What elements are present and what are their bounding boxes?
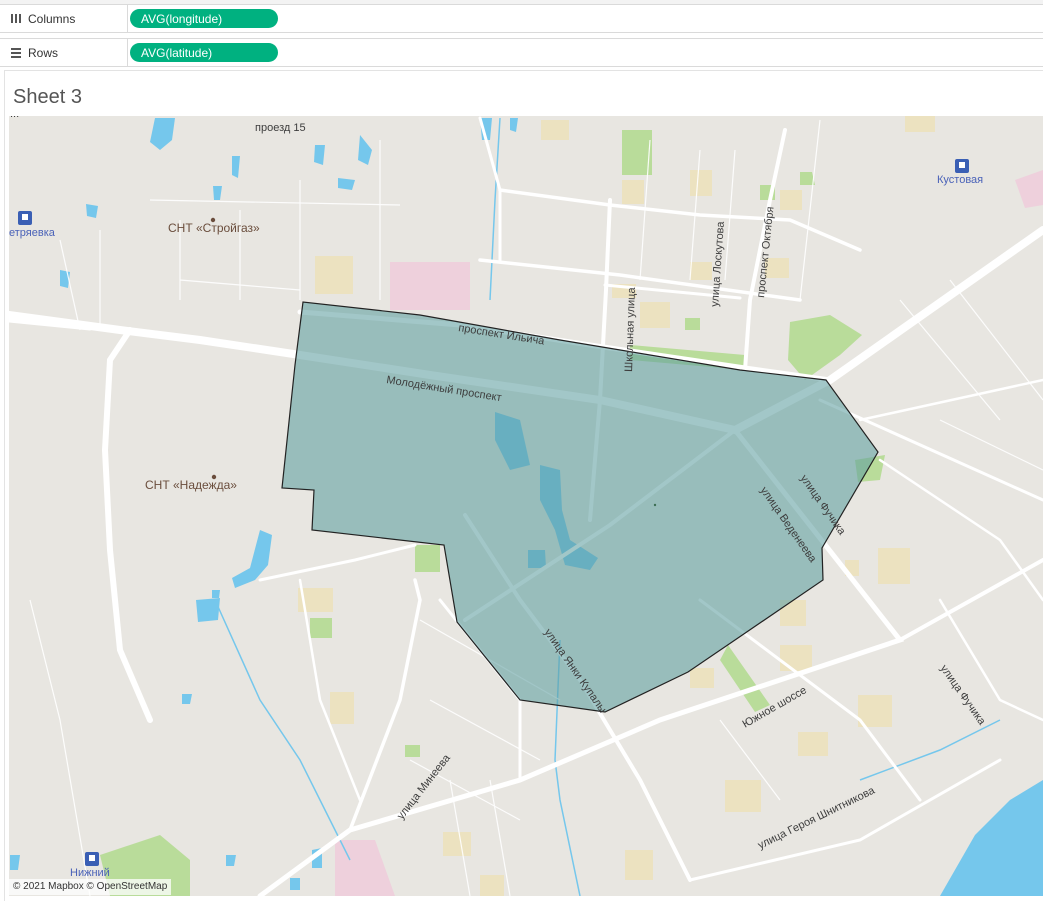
road [348, 578, 422, 832]
label-loskutova: улица Лоскутова [709, 220, 727, 307]
park-area [415, 545, 440, 572]
label-top-cut: ... [10, 116, 19, 120]
building [625, 850, 653, 880]
building [878, 548, 910, 584]
columns-shelf[interactable]: Columns AVG(longitude) [0, 4, 1043, 33]
building [725, 780, 761, 812]
park-area [788, 315, 862, 380]
minor-road [939, 419, 1043, 471]
building [780, 645, 812, 671]
building [640, 302, 670, 328]
building [443, 832, 471, 856]
sheet-title: Sheet 3 [13, 86, 82, 108]
pond [182, 694, 192, 704]
pond [358, 135, 372, 165]
park-area [685, 318, 700, 330]
rows-shelf[interactable]: Rows AVG(latitude) [0, 38, 1043, 67]
industrial-area [1015, 170, 1043, 208]
waterway [214, 599, 351, 861]
columns-label: Columns [28, 11, 76, 26]
pond [314, 145, 325, 165]
map-view[interactable]: проезд 15 ... СНТ «Стройгаз» СНТ «Надежд… [9, 116, 1043, 896]
latitude-pill[interactable]: AVG(latitude) [130, 43, 278, 62]
label-mineeva: улица Минеева [395, 752, 453, 822]
rail-station-icon [85, 852, 99, 866]
rows-label: Rows [28, 45, 59, 60]
map-canvas: проезд 15 ... СНТ «Стройгаз» СНТ «Надежд… [9, 116, 1043, 896]
building [622, 180, 644, 204]
building [905, 116, 935, 132]
road [258, 543, 417, 582]
road [298, 578, 362, 802]
river-water [940, 780, 1043, 896]
pond [86, 204, 98, 218]
pond [212, 590, 220, 598]
pond [10, 855, 20, 870]
industrial-area [390, 262, 470, 310]
road-major [101, 327, 153, 723]
road [938, 598, 1043, 722]
rail-station-icon [18, 211, 32, 225]
building [690, 170, 712, 196]
park-area [310, 618, 332, 638]
park-dot [653, 503, 657, 507]
minor-road [799, 119, 821, 301]
place-dot [210, 217, 216, 223]
building [541, 120, 569, 140]
label-nizhniy: Нижний [70, 867, 110, 879]
pond [338, 178, 355, 190]
label-fuchika-2: улица Фучика [938, 663, 989, 728]
pond [510, 118, 518, 132]
label-petryaevka: етряевка [9, 227, 56, 239]
building [690, 262, 712, 280]
building [690, 668, 714, 688]
road [688, 758, 1002, 882]
place-dot [211, 474, 217, 480]
label-kustovaya: Кустовая [937, 174, 983, 186]
pond [150, 118, 175, 150]
pond [213, 186, 222, 200]
minor-road [429, 699, 541, 761]
building [315, 256, 353, 294]
building [330, 692, 354, 724]
rail-station-icon [955, 159, 969, 173]
minor-road [29, 599, 91, 896]
pond [232, 156, 240, 178]
label-snt-stroygaz: СНТ «Стройгаз» [168, 221, 260, 235]
label-snt-nadezhda: СНТ «Надежда» [145, 478, 237, 492]
label-proezd15: проезд 15 [255, 122, 306, 134]
rows-shelf-label: Rows [0, 39, 128, 66]
columns-shelf-label: Columns [0, 5, 128, 32]
pond [290, 878, 300, 890]
minor-road [149, 199, 401, 206]
rows-icon [7, 47, 25, 58]
pond [226, 855, 236, 866]
building [798, 732, 828, 756]
minor-road [949, 279, 1043, 401]
building [480, 875, 504, 896]
columns-icon [7, 13, 25, 24]
building [780, 190, 802, 210]
road [858, 378, 1043, 422]
park-area [720, 645, 770, 712]
longitude-pill[interactable]: AVG(longitude) [130, 9, 278, 28]
park-area [405, 745, 420, 757]
minor-road [899, 299, 1001, 421]
map-attribution[interactable]: © 2021 Mapbox © OpenStreetMap [9, 879, 172, 895]
